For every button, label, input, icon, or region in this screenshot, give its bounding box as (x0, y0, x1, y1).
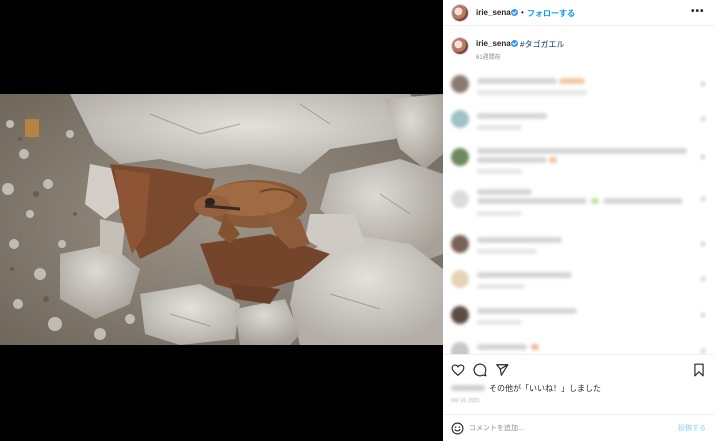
bookmark-icon[interactable] (692, 363, 706, 377)
frog-photo-illustration (0, 94, 443, 345)
list-item (443, 336, 714, 354)
comment-avatar (451, 190, 469, 208)
comment-like-icon[interactable] (700, 81, 706, 87)
comment-avatar (451, 342, 469, 354)
comment-like-icon[interactable] (700, 276, 706, 282)
comment-like-icon[interactable] (700, 196, 706, 202)
list-item (443, 69, 714, 103)
list-item (443, 184, 714, 218)
caption-verified-badge-icon (511, 40, 518, 47)
caption-username[interactable]: irie_sena (476, 39, 511, 48)
post-comment-button[interactable]: 投稿する (678, 423, 706, 433)
post-date: 9月 16, 2021 (451, 398, 480, 404)
add-comment-bar: 投稿する (443, 414, 714, 441)
post-panel: irie_sena • フォローする ••• irie_sena #タゴガエル … (443, 0, 714, 441)
comment-icon[interactable] (473, 363, 487, 377)
more-options-icon[interactable]: ••• (691, 6, 705, 17)
comment-avatar (451, 110, 469, 128)
liker-names[interactable] (451, 385, 485, 391)
follow-button[interactable]: フォローする (527, 8, 575, 19)
caption-avatar[interactable] (451, 37, 469, 55)
comment-avatar (451, 306, 469, 324)
verified-badge-icon (511, 9, 518, 16)
avatar[interactable] (451, 4, 469, 22)
emoji-icon[interactable] (451, 422, 464, 435)
post-header: irie_sena • フォローする ••• (443, 0, 714, 26)
list-item (443, 229, 714, 263)
likes-text[interactable]: その他が「いいね！」しました (489, 383, 601, 394)
caption-time: 61週間前 (476, 55, 501, 61)
comment-avatar (451, 75, 469, 93)
separator-dot: • (521, 8, 524, 17)
media-pane (0, 0, 443, 441)
action-bar (443, 354, 714, 384)
list-item (443, 142, 714, 176)
comment-avatar (451, 148, 469, 166)
comment-like-icon[interactable] (700, 241, 706, 247)
comment-input[interactable] (469, 421, 659, 435)
comment-like-icon[interactable] (700, 154, 706, 160)
comment-avatar (451, 235, 469, 253)
heart-icon[interactable] (451, 363, 465, 377)
list-item (443, 300, 714, 334)
comment-list (443, 64, 714, 354)
comment-like-icon[interactable] (700, 116, 706, 122)
caption-hashtag[interactable]: #タゴガエル (520, 39, 564, 50)
list-item (443, 104, 714, 138)
share-icon[interactable] (495, 363, 509, 377)
comment-like-icon[interactable] (700, 312, 706, 318)
username[interactable]: irie_sena (476, 8, 511, 17)
comment-avatar (451, 270, 469, 288)
post-photo[interactable] (0, 94, 443, 345)
list-item (443, 264, 714, 298)
